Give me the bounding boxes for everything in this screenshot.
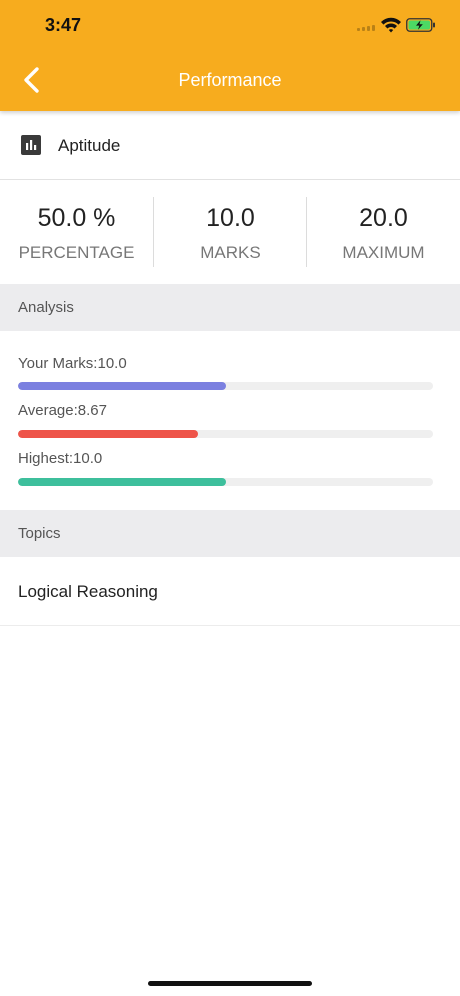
analysis-section-header: Analysis <box>0 284 460 331</box>
marks-value: 10.0 <box>206 204 255 232</box>
score-summary: 50.0 % PERCENTAGE 10.0 MARKS 20.0 MAXIMU… <box>0 180 460 284</box>
maximum-value: 20.0 <box>359 204 408 232</box>
topic-item-logical-reasoning[interactable]: Logical Reasoning <box>0 558 460 626</box>
maximum-label: MAXIMUM <box>342 243 425 262</box>
highest-label: Highest:10.0 <box>18 450 103 467</box>
percentage-stat: 50.0 % PERCENTAGE <box>0 180 153 284</box>
your-marks-bar <box>18 382 433 390</box>
home-indicator <box>148 981 312 986</box>
status-time: 3:47 <box>45 15 82 35</box>
cellular-signal-icon <box>357 25 375 31</box>
marks-label: MARKS <box>200 243 261 262</box>
maximum-stat: 20.0 MAXIMUM <box>307 180 460 284</box>
percentage-label: PERCENTAGE <box>18 243 135 262</box>
average-label: Average:8.67 <box>18 402 107 419</box>
wifi-icon <box>381 17 401 33</box>
your-marks-bar-fill <box>18 382 226 390</box>
marks-stat: 10.0 MARKS <box>154 180 307 284</box>
bar-chart-icon <box>21 135 41 155</box>
subject-row: Aptitude <box>0 111 460 180</box>
subject-label: Aptitude <box>58 136 121 155</box>
page-title: Performance <box>178 70 282 90</box>
topics-section-header: Topics <box>0 510 460 557</box>
topic-label: Logical Reasoning <box>18 582 158 601</box>
average-bar <box>18 430 433 438</box>
average-bar-fill <box>18 430 198 438</box>
topics-title: Topics <box>18 525 61 542</box>
your-marks-label: Your Marks:10.0 <box>18 355 127 372</box>
highest-bar <box>18 478 433 486</box>
app-header: 3:47 Performance <box>0 0 460 111</box>
percentage-value: 50.0 % <box>37 204 116 232</box>
highest-bar-fill <box>18 478 226 486</box>
battery-charging-icon <box>406 18 435 32</box>
analysis-title: Analysis <box>18 299 74 316</box>
